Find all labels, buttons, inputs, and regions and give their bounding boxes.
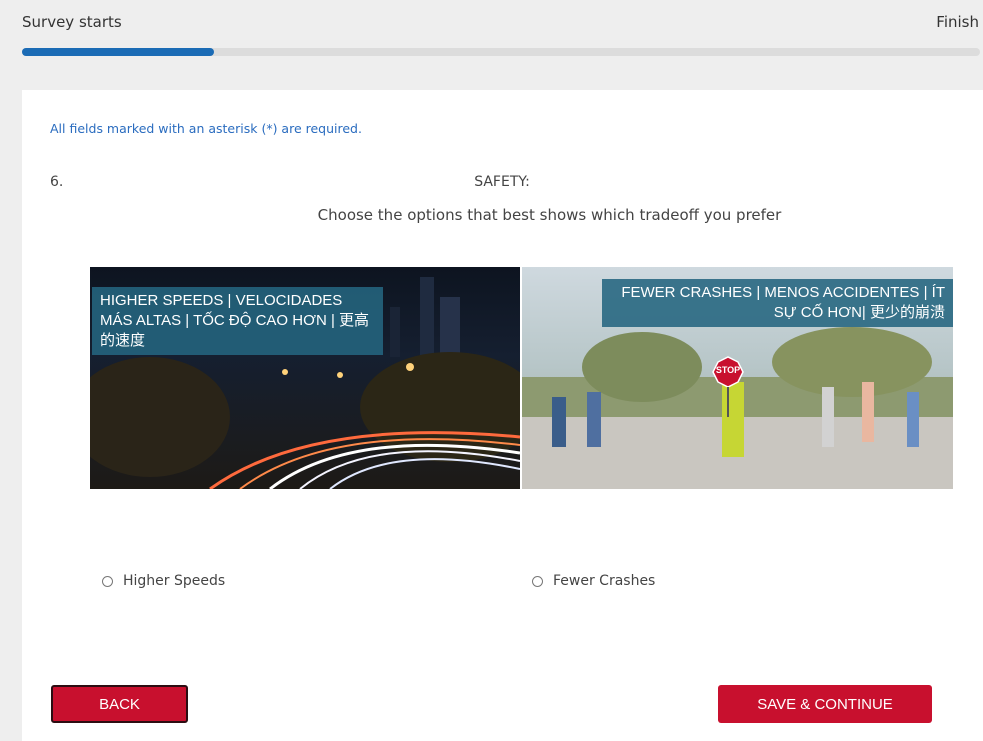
required-fields-note: All fields marked with an asterisk (*) a… (50, 121, 362, 136)
higher-speeds-caption: HIGHER SPEEDS | VELOCIDADES MÁS ALTAS | … (92, 287, 383, 355)
fewer-crashes-photo: STOP FEWER CRASHES | MENOS ACCIDENTES | … (522, 267, 953, 489)
save-continue-button[interactable]: SAVE & CONTINUE (718, 685, 932, 723)
tradeoff-image: HIGHER SPEEDS | VELOCIDADES MÁS ALTAS | … (90, 267, 953, 489)
option-fewer-crashes[interactable]: Fewer Crashes (532, 573, 655, 589)
higher-speeds-radio[interactable] (102, 575, 113, 587)
higher-speeds-label: Higher Speeds (123, 573, 226, 589)
progress-start-label: Survey starts (22, 13, 122, 31)
progress-end-label: Finish (936, 13, 979, 31)
back-button[interactable]: BACK (51, 685, 188, 723)
progress-bar (22, 48, 980, 56)
option-higher-speeds[interactable]: Higher Speeds (102, 573, 225, 589)
question-title: SAFETY: (474, 174, 530, 190)
fewer-crashes-label: Fewer Crashes (553, 573, 656, 589)
fewer-crashes-caption: FEWER CRASHES | MENOS ACCIDENTES | ÍT SỰ… (602, 279, 953, 327)
higher-speeds-photo: HIGHER SPEEDS | VELOCIDADES MÁS ALTAS | … (90, 267, 520, 489)
survey-card: All fields marked with an asterisk (*) a… (22, 90, 983, 741)
progress-fill (22, 48, 214, 56)
question-prompt: Choose the options that best shows which… (317, 206, 782, 224)
fewer-crashes-radio[interactable] (532, 575, 543, 587)
stop-sign-text: STOP (715, 365, 741, 375)
